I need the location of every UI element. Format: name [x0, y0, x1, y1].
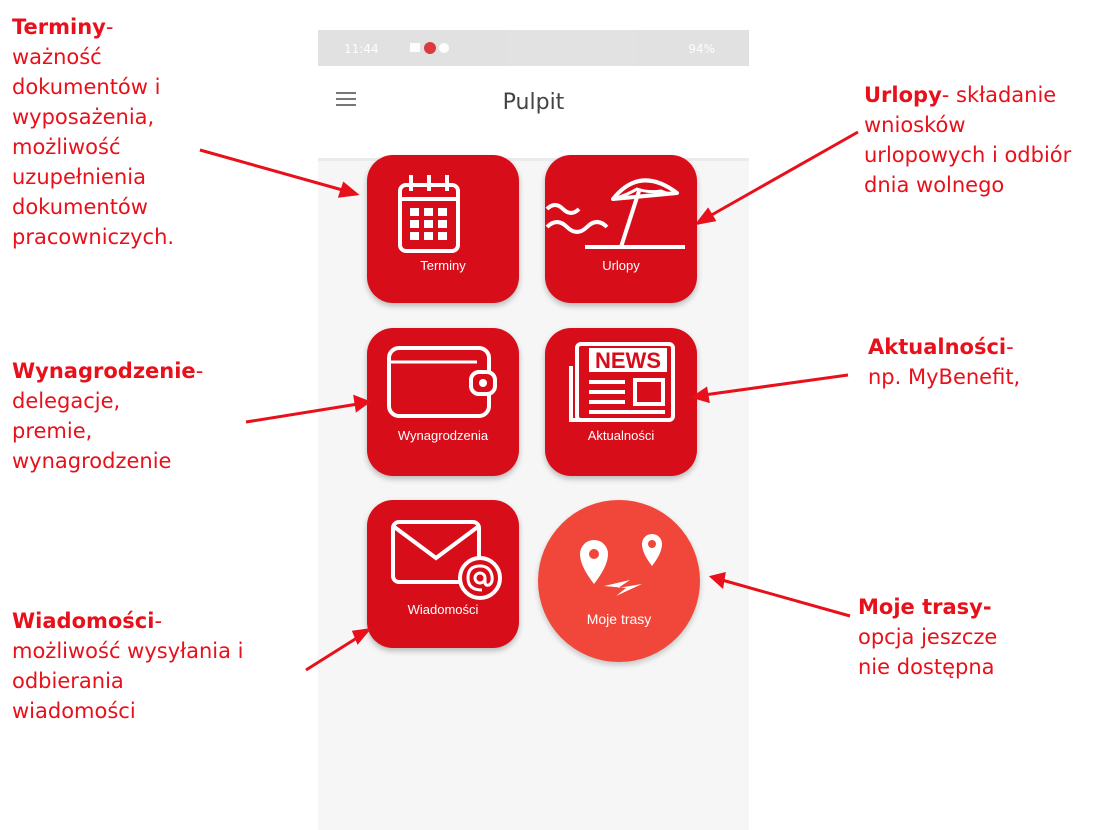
annotation-line: wiadomości [12, 699, 136, 723]
status-battery: 94% [688, 42, 715, 56]
envelope-at-icon [391, 520, 502, 600]
annotation-line: ważność [12, 45, 102, 69]
annotation-terminy: Terminy- ważność dokumentów i wyposażeni… [12, 12, 174, 252]
annotation-line: pracowniczych. [12, 225, 175, 249]
annotation-line: dnia wolnego [864, 173, 1005, 197]
annotation-urlopy-rest: - składanie [941, 83, 1057, 107]
tile-wynagrodzenia-label: Wynagrodzenia [397, 428, 489, 443]
annotation-wiadomosci-title: Wiadomości [12, 609, 155, 633]
annotation-line: np. MyBenefit, [868, 365, 1021, 389]
tile-wiadomosci[interactable]: Wiadomości [367, 500, 519, 648]
tile-moje-trasy-label: Moje trasy [586, 611, 652, 627]
tile-urlopy[interactable]: Urlopy [545, 155, 697, 303]
annotation-line: możliwość wysyłania i [12, 639, 244, 663]
beach-umbrella-icon [545, 178, 685, 249]
annotation-line: urlopowych i odbiór [864, 143, 1072, 167]
annotation-line: wniosków [864, 113, 966, 137]
calendar-icon [398, 175, 460, 253]
annotation-wynagrodzenie: Wynagrodzenie- delegacje, premie, wynagr… [12, 356, 203, 476]
annotation-wynagrodzenie-title: Wynagrodzenie [12, 359, 196, 383]
annotation-line: opcja jeszcze [858, 625, 998, 649]
tile-moje-trasy[interactable]: Moje trasy [538, 500, 700, 662]
newspaper-icon: NEWS [569, 342, 675, 422]
status-time: 11:44 [344, 42, 379, 56]
annotation-line: dokumentów [12, 195, 148, 219]
annotation-line: wynagrodzenie [12, 449, 172, 473]
notification-icons [410, 42, 449, 54]
wallet-icon [387, 346, 497, 418]
annotation-line: premie, [12, 419, 93, 443]
annotation-terminy-title: Terminy [12, 15, 106, 39]
annotation-line: nie dostępna [858, 655, 995, 679]
annotation-moje-trasy-title: Moje trasy- [858, 595, 992, 619]
annotation-line: odbierania [12, 669, 124, 693]
annotation-aktualnosci: Aktualności- np. MyBenefit, [868, 332, 1020, 392]
annotation-line: możliwość [12, 135, 121, 159]
status-bar: 11:44 94% [318, 30, 749, 66]
app-bar: Pulpit [318, 66, 749, 161]
tile-wynagrodzenia[interactable]: Wynagrodzenia [367, 328, 519, 476]
annotation-line: dokumentów i [12, 75, 161, 99]
annotation-aktualnosci-title: Aktualności [868, 335, 1007, 359]
annotation-wiadomosci: Wiadomości- możliwość wysyłania i odbier… [12, 606, 244, 726]
tile-aktualnosci-label: Aktualności [587, 428, 655, 443]
svg-text:NEWS: NEWS [595, 348, 661, 373]
annotation-line: delegacje, [12, 389, 121, 413]
annotation-moje-trasy: Moje trasy- opcja jeszcze nie dostępna [858, 592, 997, 682]
annotation-urlopy-title: Urlopy [864, 83, 942, 107]
route-pins-icon [580, 534, 662, 596]
annotation-line: uzupełnienia [12, 165, 146, 189]
tile-terminy-label: Terminy [420, 258, 466, 273]
tile-terminy[interactable]: Terminy [367, 155, 519, 303]
tile-wiadomosci-label: Wiadomości [407, 602, 479, 617]
tile-urlopy-label: Urlopy [602, 258, 640, 273]
page-title: Pulpit [502, 90, 565, 115]
annotation-urlopy: Urlopy- składanie wniosków urlopowych i … [864, 80, 1071, 200]
annotation-line: wyposażenia, [12, 105, 155, 129]
tile-aktualnosci[interactable]: NEWS Aktualności [545, 328, 697, 476]
